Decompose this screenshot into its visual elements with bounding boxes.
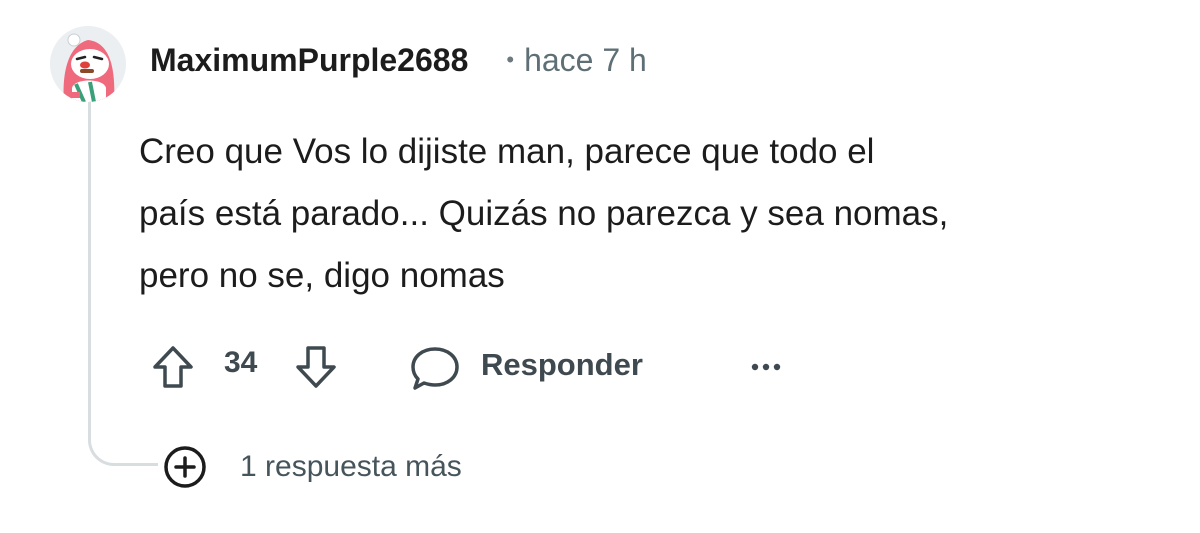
more-options-button[interactable] xyxy=(746,350,786,384)
comment-line: pero no se, digo nomas xyxy=(139,256,505,295)
meta-separator: • xyxy=(506,47,515,72)
comment-body: Creo que Vos lo dijiste man, parece que … xyxy=(139,121,1159,307)
downvote-button[interactable] xyxy=(291,342,341,392)
plus-circle-icon xyxy=(164,446,206,488)
user-avatar[interactable] xyxy=(50,26,126,102)
comment-timestamp: hace 7 h xyxy=(524,41,647,78)
reply-button[interactable] xyxy=(406,342,464,394)
more-replies-label[interactable]: 1 respuesta más xyxy=(240,450,462,484)
reply-label[interactable]: Responder xyxy=(481,347,643,383)
comment-line: Creo que Vos lo dijiste man, parece que … xyxy=(139,132,875,171)
comment-line: país está parado... Quizás no parezca y … xyxy=(139,194,949,233)
upvote-button[interactable] xyxy=(148,342,198,392)
more-replies-link[interactable]: 1 respuesta más xyxy=(162,442,462,492)
username-link[interactable]: MaximumPurple2688 xyxy=(150,42,468,79)
ellipsis-icon xyxy=(751,363,781,371)
snoo-avatar-icon xyxy=(50,26,126,102)
comment-actions: 34 Responder xyxy=(0,338,1200,394)
vote-count: 34 xyxy=(224,346,258,379)
arrow-up-icon xyxy=(153,346,193,388)
comment-header: MaximumPurple2688 • hace 7 h xyxy=(150,38,647,82)
speech-bubble-icon xyxy=(411,347,459,390)
arrow-down-icon xyxy=(296,346,336,388)
